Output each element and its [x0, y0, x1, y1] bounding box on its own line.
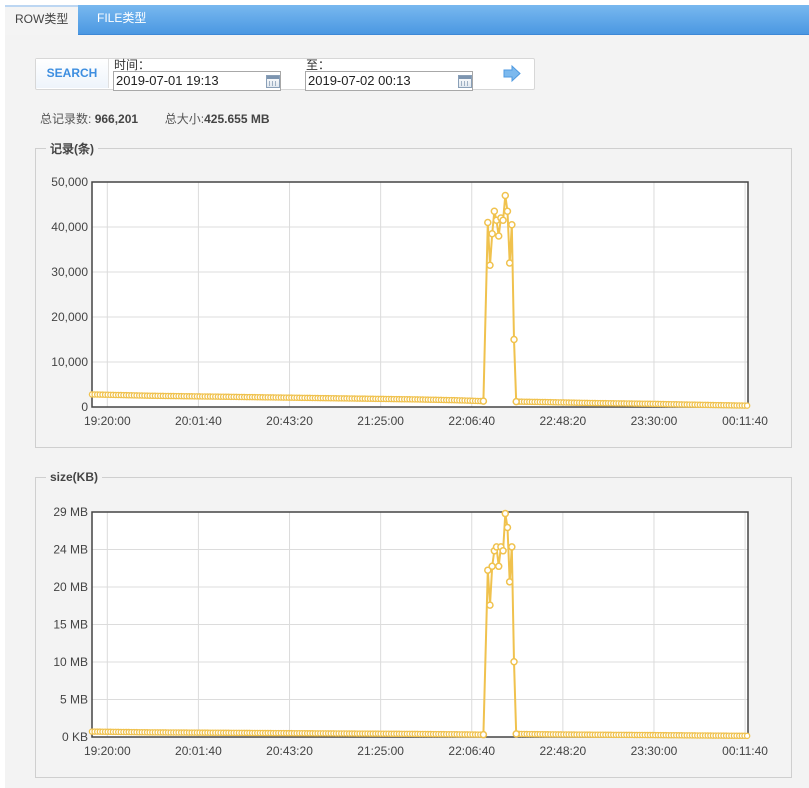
data-point — [499, 547, 507, 555]
data-point — [505, 259, 514, 267]
x-tick-label: 19:20:00 — [84, 414, 131, 428]
end-time-input[interactable]: 2019-07-02 00:13 — [305, 71, 473, 91]
data-point — [486, 261, 494, 269]
x-tick-label: 23:30:00 — [631, 744, 678, 758]
calendar-icon[interactable] — [266, 75, 280, 88]
data-point — [501, 509, 510, 518]
y-tick-label: 30,000 — [51, 265, 88, 279]
x-tick-label: 21:25:00 — [357, 744, 404, 758]
data-point — [510, 657, 518, 666]
y-tick-label: 0 — [81, 400, 88, 414]
x-tick-label: 20:01:40 — [175, 414, 222, 428]
x-tick-label: 21:25:00 — [357, 414, 404, 428]
data-point — [510, 335, 518, 344]
data-point — [486, 601, 494, 609]
x-tick-label: 23:30:00 — [631, 414, 678, 428]
data-point — [499, 216, 507, 224]
data-point — [743, 732, 751, 740]
data-point — [501, 191, 510, 200]
data-point — [484, 218, 492, 227]
y-tick-label: 10,000 — [51, 355, 88, 369]
y-tick-label: 15 MB — [53, 618, 88, 632]
x-tick-label: 20:43:20 — [266, 744, 313, 758]
data-point — [490, 207, 499, 215]
data-point — [505, 578, 514, 586]
x-tick-label: 20:01:40 — [175, 744, 222, 758]
y-tick-label: 20,000 — [51, 310, 88, 324]
y-tick-label: 10 MB — [53, 655, 88, 669]
data-point — [512, 397, 520, 406]
data-point — [508, 221, 516, 229]
total-size-label: 总大小: — [164, 112, 205, 126]
tab-bar: ROW类型 FILE类型 — [5, 5, 809, 36]
size-chart-title: size(KB) — [50, 470, 99, 484]
tab-file-type[interactable]: FILE类型 — [87, 5, 156, 34]
data-point — [479, 730, 488, 739]
x-tick-label: 22:48:20 — [540, 744, 587, 758]
data-point — [494, 562, 503, 571]
start-time-input[interactable]: 2019-07-01 19:13 — [113, 71, 281, 91]
data-point — [488, 562, 496, 571]
records-chart-title: 记录(条) — [50, 142, 94, 156]
total-records-value: 966,201 — [94, 112, 139, 126]
size-chart: 0 KB 5 MB 10 MB 15 MB 20 MB 24 MB 29 MB 19:20:0… — [53, 505, 768, 758]
data-point — [503, 207, 512, 215]
data-point — [512, 730, 520, 738]
x-tick-label: 19:20:00 — [84, 744, 131, 758]
x-tick-label: 22:06:40 — [448, 414, 495, 428]
data-point — [479, 397, 488, 405]
x-tick-label: 22:48:20 — [540, 414, 587, 428]
data-point — [743, 402, 751, 409]
summary-stats: 总记录数: 966,201 总大小:425.655 MB — [40, 110, 269, 127]
arrow-right-icon — [503, 64, 521, 83]
y-tick-label: 40,000 — [51, 220, 88, 234]
x-tick-label: 00:11:40 — [722, 744, 768, 758]
data-point — [494, 232, 503, 240]
x-tick-label: 22:06:40 — [448, 744, 495, 758]
y-tick-label: 0 KB — [62, 730, 88, 744]
data-point — [488, 230, 496, 238]
calendar-icon[interactable] — [458, 75, 472, 88]
go-arrow-button[interactable] — [492, 59, 533, 88]
total-size-value: 425.655 MB — [204, 112, 270, 126]
data-point — [503, 523, 512, 532]
search-button[interactable]: SEARCH — [36, 59, 109, 88]
records-chart: 0 10,000 20,000 30,000 40,000 50,000 19:20:00 2… — [51, 175, 768, 428]
data-point — [508, 543, 516, 551]
total-records-label: 总记录数: — [40, 112, 92, 126]
y-tick-label: 29 MB — [53, 505, 88, 519]
y-tick-label: 50,000 — [51, 175, 88, 189]
tab-row-type[interactable]: ROW类型 — [5, 5, 79, 36]
plot-area — [92, 182, 748, 407]
y-tick-label: 20 MB — [53, 580, 88, 594]
y-tick-label: 5 MB — [60, 693, 88, 707]
y-tick-label: 24 MB — [53, 543, 88, 557]
x-tick-label: 00:11:40 — [722, 414, 768, 428]
x-tick-label: 20:43:20 — [266, 414, 313, 428]
